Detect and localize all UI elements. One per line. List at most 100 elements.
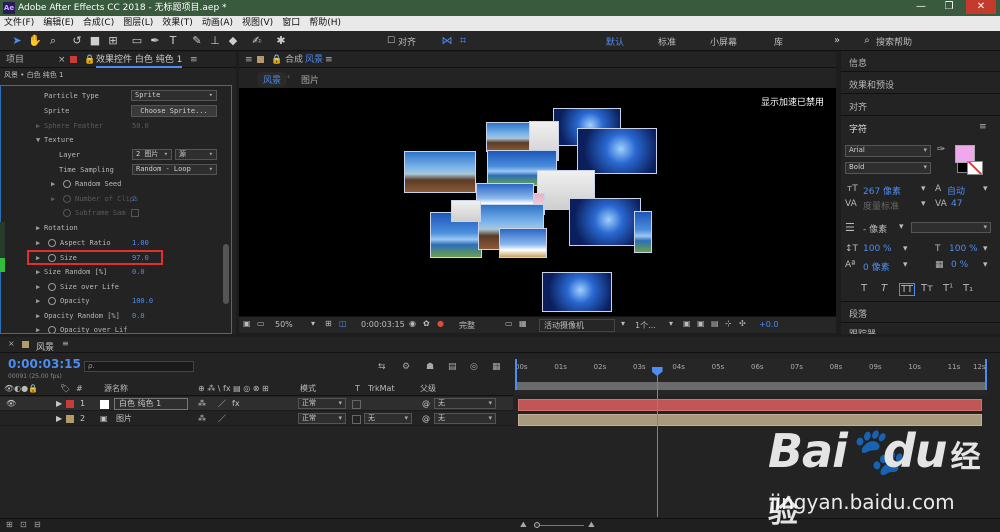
baseline-shift-value[interactable]: 0 像素 [863, 260, 890, 273]
snapshot-icon[interactable]: ◉ [409, 319, 416, 328]
mask-visibility-icon[interactable]: ◫ [339, 319, 347, 328]
panel-menu-icon[interactable]: ≡ [62, 339, 69, 348]
tsume-value[interactable]: 0 % [951, 260, 968, 270]
puppet-tool-icon[interactable]: ✱ [274, 34, 288, 48]
particle-type-dropdown[interactable]: Sprite [131, 90, 217, 101]
tab-effect-controls[interactable]: 效果控件 白色 纯色 1 [96, 52, 183, 68]
workspace-library[interactable]: 库 [774, 35, 783, 48]
layer-parent-dropdown[interactable]: 无 [434, 413, 496, 424]
texture-source-dropdown[interactable]: 源 [175, 149, 217, 160]
zoom-dropdown[interactable]: 50% [275, 320, 293, 329]
timeline-search-input[interactable]: ρ. [84, 361, 194, 372]
work-area-bar[interactable] [515, 382, 987, 390]
chevron-down-icon[interactable]: ▾ [983, 244, 988, 254]
workspace-default[interactable]: 默认 [606, 35, 624, 48]
views-dropdown[interactable]: 1个... [635, 320, 656, 331]
chevron-down-icon[interactable]: ▾ [903, 260, 908, 270]
kerning-value[interactable]: 度量标准 [863, 199, 899, 212]
label-color[interactable] [66, 415, 74, 423]
workspace-menu-icon[interactable]: » [830, 34, 844, 48]
source-name-header[interactable]: 源名称 [104, 382, 128, 396]
expand-icon[interactable]: ▶ [36, 323, 40, 333]
chevron-down-icon[interactable]: ▾ [903, 244, 908, 254]
graph-editor-icon[interactable]: ▦ [492, 362, 501, 372]
expand-icon[interactable]: ▶ [56, 412, 62, 426]
fast-preview-icon[interactable]: ▣ [697, 319, 705, 328]
expand-icon[interactable]: ▶ [36, 119, 40, 133]
tab-composition[interactable]: 风景 [305, 52, 323, 68]
stroke-color-swatch[interactable] [967, 161, 983, 175]
exposure-value[interactable]: +0.0 [759, 320, 778, 329]
eye-icon[interactable]: 👁 [6, 397, 16, 411]
workspace-standard[interactable]: 标准 [658, 35, 676, 48]
menu-file[interactable]: 文件(F) [4, 16, 34, 31]
subtab-scenery[interactable]: 风景 [257, 72, 288, 87]
stopwatch-icon[interactable] [63, 195, 71, 203]
layer-row-2[interactable]: ▶ 2 ▣ 图片 ⁂ ／ 正常 无 @ 无 [0, 412, 513, 426]
layer-mode-dropdown[interactable]: 正常 [298, 413, 346, 424]
menu-window[interactable]: 窗口 [282, 16, 300, 31]
mode-header[interactable]: 模式 [300, 382, 316, 396]
expand-icon[interactable]: ▶ [51, 192, 55, 206]
work-area-end-handle[interactable] [985, 359, 987, 390]
font-style-dropdown[interactable]: Bold [845, 162, 931, 174]
sphere-feather-value[interactable]: 50.0 [132, 119, 149, 133]
switch-fx-icon[interactable]: fx [232, 397, 240, 411]
aspect-ratio-value[interactable]: 1.00 [132, 236, 149, 250]
always-preview-icon[interactable]: ▣ [243, 319, 251, 328]
panel-menu-icon[interactable]: ≡ [245, 55, 253, 65]
expand-icon[interactable]: ▶ [36, 294, 40, 308]
expand-icon[interactable]: ▶ [36, 309, 40, 323]
switch-quality-icon[interactable]: ／ [218, 412, 226, 426]
effects-presets-tab[interactable]: 效果和预设 [849, 78, 894, 91]
composition-viewer[interactable]: 显示加速已禁用 [239, 88, 836, 316]
hand-tool-icon[interactable]: ✋ [28, 34, 42, 48]
expand-icon[interactable]: ▶ [36, 221, 40, 235]
paragraph-tab[interactable]: 段落 [849, 307, 867, 320]
size-random-value[interactable]: 0.0 [132, 265, 145, 279]
character-tab[interactable]: 字符 [849, 122, 867, 135]
pickwhip-icon[interactable]: @ [422, 397, 430, 411]
show-snapshot-icon[interactable]: ✿ [423, 319, 430, 328]
close-icon[interactable]: × [58, 52, 66, 68]
expand-icon[interactable]: ▶ [36, 280, 40, 294]
menu-layer[interactable]: 图层(L) [123, 16, 153, 31]
rectangle-tool-icon[interactable]: ▭ [130, 34, 144, 48]
subframe-checkbox[interactable] [131, 209, 139, 217]
switch-shy-icon[interactable]: ⁂ [198, 412, 206, 426]
stopwatch-icon[interactable] [48, 326, 56, 333]
timeline-icon[interactable]: ▤ [711, 319, 719, 328]
minimize-button[interactable]: — [910, 0, 932, 14]
zoom-out-icon[interactable]: ⛰ [520, 520, 527, 530]
layer-name[interactable]: 白色 纯色 1 [114, 398, 188, 410]
toggle-time-icon[interactable]: ⊟ [34, 520, 41, 529]
region-of-interest-icon[interactable]: ▭ [505, 319, 513, 328]
menu-animation[interactable]: 动画(A) [202, 16, 233, 31]
tab-project[interactable]: 项目 [6, 55, 24, 65]
vertical-scale-value[interactable]: 100 % [863, 244, 892, 254]
selection-tool-icon[interactable]: ➤ [10, 34, 24, 48]
info-panel-tab[interactable]: 信息 [849, 56, 867, 69]
stroke-width-value[interactable]: - 像素 [863, 222, 887, 235]
align-tab[interactable]: 对齐 [849, 100, 867, 113]
switch-shy-icon[interactable]: ⁂ [198, 397, 206, 411]
layer-row-1[interactable]: 👁 ▶ 1 白色 纯色 1 ⁂ ／ fx 正常 @ 无 [0, 397, 513, 411]
channel-icon[interactable]: ● [437, 319, 444, 328]
opacity-random-value[interactable]: 0.0 [132, 309, 145, 323]
align-checkbox-icon[interactable]: ☐ [384, 34, 398, 48]
workspace-small-screen[interactable]: 小屏幕 [710, 35, 737, 48]
expand-icon[interactable]: ▶ [51, 177, 55, 191]
camera-tool-icon[interactable]: ■ [88, 34, 102, 48]
work-area-start-handle[interactable] [515, 359, 517, 390]
timeline-timecode[interactable]: 0:00:03:15 [8, 357, 81, 371]
chevron-down-icon[interactable]: ▾ [921, 184, 926, 194]
stopwatch-icon[interactable] [48, 239, 56, 247]
chevron-down-icon[interactable]: ▾ [621, 319, 625, 328]
texture-layer-dropdown[interactable]: 2 图片 [132, 149, 172, 160]
chevron-down-icon[interactable]: ▾ [921, 199, 926, 209]
preserve-transparency-checkbox[interactable] [352, 415, 361, 424]
stopwatch-icon[interactable] [63, 209, 71, 217]
lock-icon[interactable]: 🔒 [271, 52, 282, 68]
time-ruler[interactable]: 00s 01s 02s 03s 04s 05s 06s 07s 08s 09s 10s 11s 12s [515, 359, 987, 395]
type-tool-icon[interactable]: T [166, 34, 180, 48]
